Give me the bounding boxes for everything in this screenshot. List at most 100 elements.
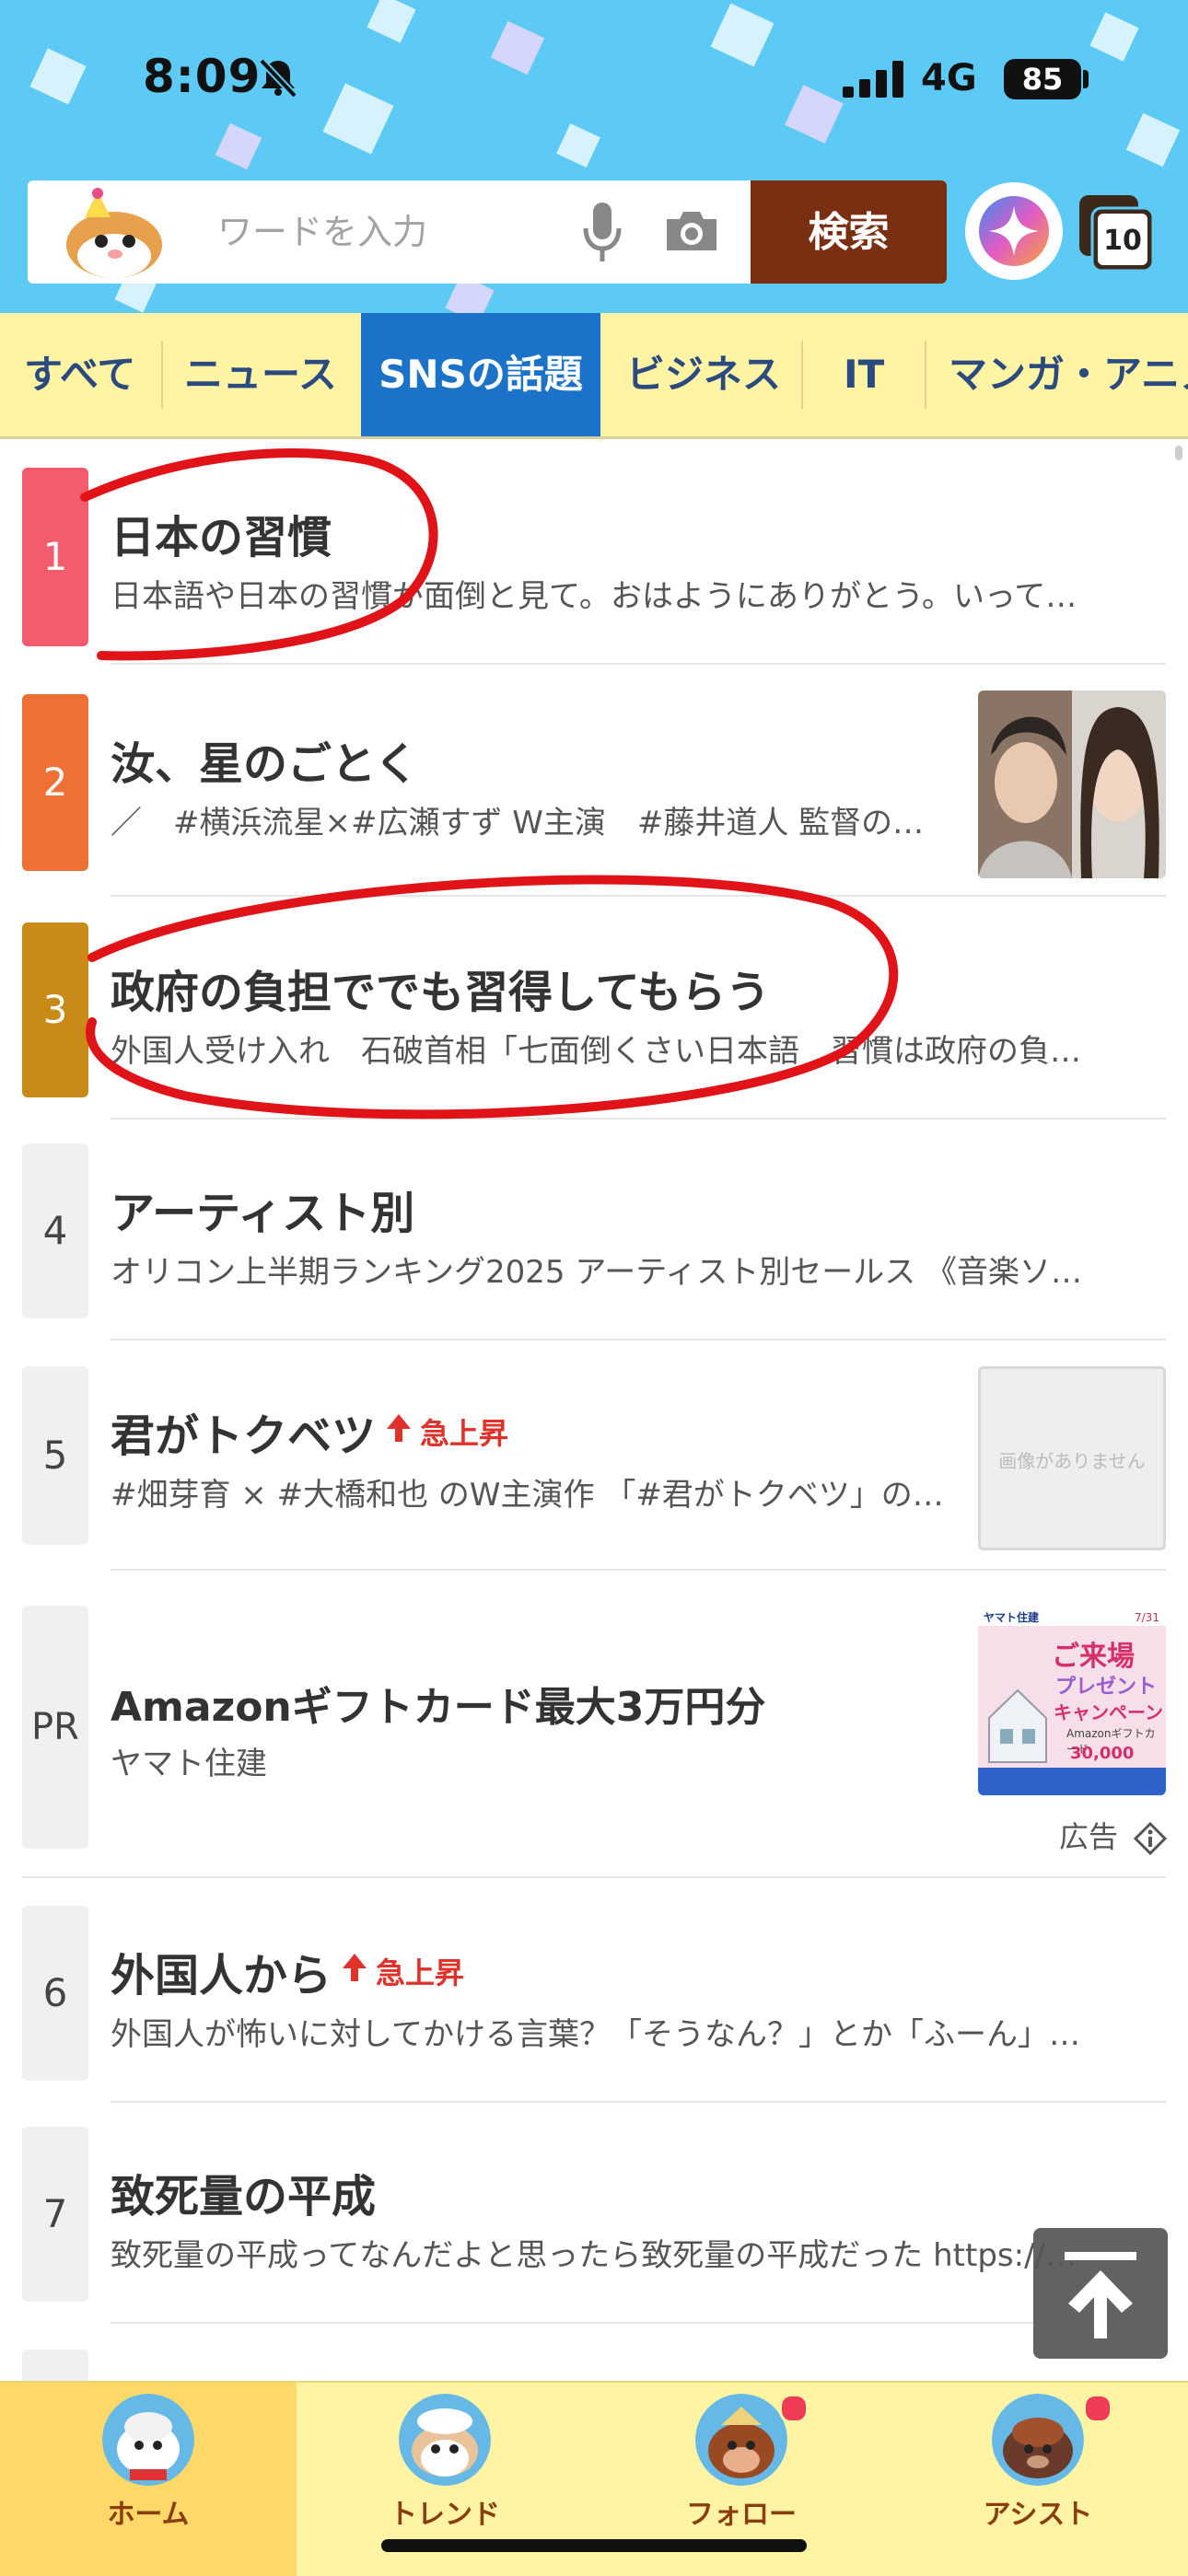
battery-tip: [1083, 70, 1089, 88]
row-divider: [111, 895, 1166, 897]
trend-row-6[interactable]: 6 外国人から 急上昇 外国人が怖いに対してかける言葉？「そうなん？」とか「ふー…: [0, 1906, 1188, 2103]
app-header: 8:09 4G 85 ワードを入力 検索 10: [0, 0, 1188, 313]
ad-info-icon: [1134, 1821, 1168, 1856]
trend-row-5[interactable]: 5 君がトクベツ 急上昇 #畑芽育 × #大橋和也 のW主演作 「#君がトクベツ…: [0, 1366, 1188, 1571]
tab-it[interactable]: IT: [844, 313, 884, 436]
ad-label[interactable]: 広告: [1059, 1814, 1168, 1856]
trend-thumbnail: [978, 690, 1166, 878]
camera-icon[interactable]: [663, 208, 720, 254]
surge-label: 急上昇: [420, 1416, 509, 1451]
home-mascot-icon: [102, 2394, 194, 2486]
nav-follow-label: フォロー: [686, 2499, 797, 2531]
rank-badge: [22, 2350, 88, 2381]
tab-separator: [801, 341, 803, 409]
tab-separator: [925, 341, 926, 409]
ad-banner-campaign: キャンペーン: [1054, 1701, 1163, 1723]
trend-description: 外国人受け入れ 石破首相「七面倒くさい日本語 習慣は政府の負…: [111, 1033, 1081, 1070]
category-tab-bar: すべて ニュース SNSの話題 ビジネス IT マンガ・アニメ: [0, 313, 1188, 439]
ad-banner-brand: ヤマト住建: [984, 1611, 1040, 1624]
ad-banner-headline: ご来場: [1052, 1641, 1135, 1673]
ad-banner-sub: プレゼント: [1055, 1676, 1158, 1699]
battery-indicator: 85: [1004, 59, 1081, 99]
assist-mascot-icon: [992, 2394, 1084, 2486]
microphone-icon[interactable]: [580, 201, 624, 263]
nav-home-label: ホーム: [107, 2499, 190, 2531]
trend-row-4[interactable]: 4 アーティスト別 オリコン上半期ランキング2025 アーティスト別セールス 《…: [0, 1143, 1188, 1340]
ad-row[interactable]: PR Amazonギフトカード最大3万円分 ヤマト住建 ヤマト住建 7/31 ご…: [0, 1606, 1188, 1878]
rank-badge: 3: [22, 922, 88, 1097]
cellular-signal-icon: [843, 61, 903, 98]
ai-sparkle-icon: [979, 196, 1049, 266]
tab-manga-anime[interactable]: マンガ・アニメ: [949, 313, 1188, 436]
trend-row-2[interactable]: 2 汝、星のごとく ／ #横浜流星×#広瀬すず W主演 #藤井道人 監督の…: [0, 690, 1188, 897]
pr-badge: PR: [22, 1606, 88, 1849]
nav-home[interactable]: ホーム: [0, 2383, 297, 2576]
trend-title: 日本の習慣: [111, 512, 332, 563]
trend-mascot-icon: [399, 2394, 491, 2486]
ad-advertiser: ヤマト住建: [111, 1746, 267, 1782]
confetti-decoration: [215, 122, 262, 170]
trend-title: 致死量の平成: [111, 2171, 377, 2222]
ai-assistant-button[interactable]: [965, 182, 1063, 280]
follow-mascot-icon: [695, 2394, 787, 2486]
notification-dot: [779, 2394, 809, 2423]
tab-business[interactable]: ビジネス: [626, 313, 781, 436]
search-input-wrapper: [190, 180, 595, 284]
bell-muted-icon: [259, 58, 297, 98]
row-divider: [111, 1339, 1166, 1340]
row-divider: [111, 1569, 1166, 1571]
status-time: 8:09: [143, 50, 262, 103]
tabs-count: 10: [1103, 225, 1142, 257]
arrow-up-icon: [343, 1954, 367, 1981]
rank-badge: 5: [22, 1366, 88, 1545]
search-box: 検索: [28, 180, 947, 284]
trend-title: 外国人から: [111, 1950, 332, 2002]
scrollbar[interactable]: [1175, 446, 1182, 460]
arrow-up-icon: [387, 1414, 411, 1442]
trend-title: 君がトクベツ: [111, 1410, 377, 1462]
row-divider: [111, 2322, 1166, 2324]
nav-trend-label: トレンド: [390, 2499, 500, 2531]
ad-title: Amazonギフトカード最大3万円分: [111, 1684, 766, 1731]
trend-title: 汝、星のごとく: [111, 738, 419, 790]
trend-description: 外国人が怖いに対してかける言葉？「そうなん？」とか「ふーん」…: [111, 2016, 1080, 2053]
surge-label: 急上昇: [376, 1955, 465, 1990]
tab-separator: [161, 341, 163, 409]
rank-badge: 4: [22, 1143, 88, 1318]
trend-row-1[interactable]: 1 日本の習慣 日本語や日本の習慣が面倒と見て。おはようにありがとう。いって…: [0, 468, 1188, 665]
rank-badge: 6: [22, 1906, 88, 2081]
trend-row-8[interactable]: [0, 2350, 1188, 2381]
mascot-logo-icon[interactable]: [53, 188, 173, 280]
trend-row-3[interactable]: 3 政府の負担ででも習得してもらう 外国人受け入れ 石破首相「七面倒くさい日本語…: [0, 922, 1188, 1120]
row-divider: [22, 1876, 1166, 1878]
tab-all[interactable]: すべて: [24, 313, 135, 436]
browser-tabs-button[interactable]: 10: [1076, 191, 1157, 274]
trend-description: ／ #横浜流星×#広瀬すず W主演 #藤井道人 監督の…: [111, 805, 925, 841]
trend-description: #畑芽育 × #大橋和也 のW主演作 「#君がトクベツ」の…: [111, 1477, 944, 1514]
arrow-up-to-top-icon: [1065, 2252, 1136, 2338]
tab-sns-topics[interactable]: SNSの話題: [361, 313, 600, 436]
trend-description: オリコン上半期ランキング2025 アーティスト別セールス 《音楽ソ…: [111, 1254, 1083, 1291]
row-divider: [111, 2101, 1166, 2103]
trend-description: 致死量の平成ってなんだよと思ったら致死量の平成だった https://t…: [111, 2237, 1077, 2274]
search-input[interactable]: [190, 180, 595, 284]
nav-assist[interactable]: アシスト: [890, 2383, 1186, 2576]
house-illustration: [988, 1688, 1047, 1763]
notification-dot: [1083, 2394, 1112, 2423]
rank-badge: 2: [22, 694, 88, 871]
confetti-decoration: [1125, 112, 1181, 168]
trend-row-7[interactable]: 7 致死量の平成 致死量の平成ってなんだよと思ったら致死量の平成だった http…: [0, 2127, 1188, 2324]
ad-banner-amount: 30,000: [1070, 1744, 1135, 1763]
rank-badge: 7: [22, 2127, 88, 2302]
ad-banner-image: ヤマト住建 7/31 ご来場 プレゼント キャンペーン Amazonギフトカード…: [978, 1607, 1166, 1795]
search-button[interactable]: 検索: [751, 180, 947, 284]
nav-assist-label: アシスト: [983, 2499, 1093, 2531]
scroll-to-top-button[interactable]: [1033, 2228, 1168, 2359]
status-bar: 8:09 4G 85: [0, 37, 1188, 120]
network-type-label: 4G: [921, 57, 977, 99]
trend-title: 政府の負担ででも習得してもらう: [111, 967, 771, 1018]
confetti-decoration: [556, 123, 600, 168]
tab-news[interactable]: ニュース: [184, 313, 337, 436]
home-indicator: [381, 2539, 807, 2552]
row-divider: [111, 663, 1166, 665]
